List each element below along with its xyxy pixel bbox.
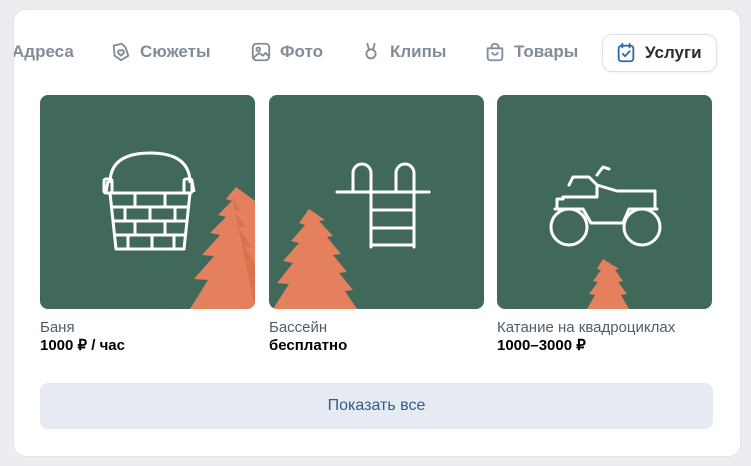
service-name: Катание на квадроциклах [497, 319, 676, 336]
service-item[interactable]: Баня 1000 ₽ / час [40, 95, 255, 355]
clips-icon [365, 42, 377, 60]
pool-ladder-icon [273, 162, 431, 309]
quad-bike-icon [549, 165, 662, 309]
tab-label: Услуги [645, 43, 702, 62]
tab-label: Адреса [14, 42, 74, 61]
tab-photos[interactable]: Фото [250, 34, 323, 70]
service-item[interactable]: Катание на квадроциклах 1000–3000 ₽ [497, 95, 712, 355]
services-card: Адреса Сюжеты Фото Клипы Товары Услуги Б… [14, 10, 740, 456]
service-price: бесплатно [269, 337, 348, 354]
tab-label: Клипы [390, 42, 447, 61]
service-price: 1000–3000 ₽ [497, 337, 586, 354]
service-name: Баня [40, 319, 75, 336]
tab-label: Сюжеты [140, 42, 211, 61]
tab-label: Фото [280, 42, 323, 61]
service-image [497, 95, 712, 309]
service-image [40, 95, 255, 309]
sauna-bucket-icon [102, 151, 255, 309]
service-image [269, 95, 484, 309]
section-tabs: Адреса Сюжеты Фото Клипы Товары Услуги [14, 34, 740, 72]
tab-label: Товары [514, 42, 579, 61]
service-price: 1000 ₽ / час [40, 337, 125, 354]
photo-icon [251, 42, 271, 62]
tab-addresses[interactable]: Адреса [14, 34, 74, 70]
service-name: Бассейн [269, 319, 328, 336]
tab-clips[interactable]: Клипы [360, 34, 446, 70]
heart-story-icon [112, 42, 130, 62]
tab-stories[interactable]: Сюжеты [110, 34, 210, 70]
service-item[interactable]: Бассейн бесплатно [269, 95, 484, 355]
tab-goods[interactable]: Товары [484, 34, 578, 70]
tab-services[interactable]: Услуги [602, 34, 717, 72]
shopping-bag-icon [486, 42, 504, 62]
calendar-check-icon [617, 42, 635, 63]
show-all-button[interactable]: Показать все [40, 383, 713, 429]
